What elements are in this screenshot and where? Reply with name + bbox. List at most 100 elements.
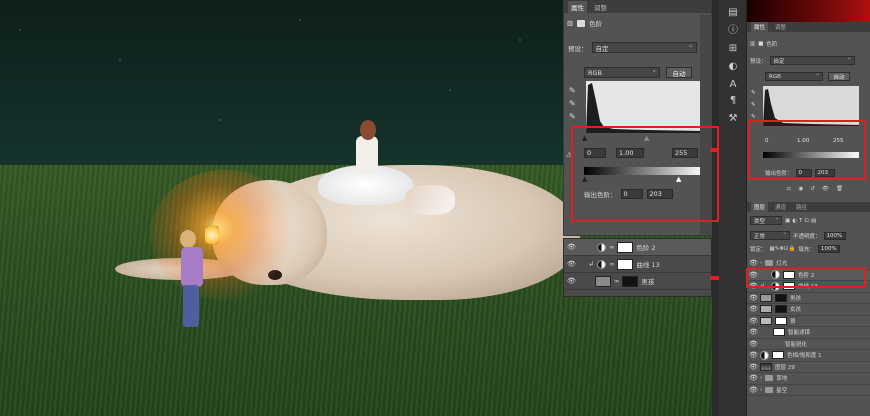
- properties-icon[interactable]: ⊞: [726, 42, 740, 56]
- paragraph-icon[interactable]: ¶: [726, 94, 740, 108]
- visibility-eye-icon[interactable]: 👁: [749, 340, 758, 348]
- layer-thumb[interactable]: [760, 362, 772, 371]
- visibility-eye-icon[interactable]: 👁: [749, 305, 758, 313]
- filter-mask-thumb[interactable]: [773, 328, 785, 337]
- visibility-eye-icon[interactable]: 👁: [749, 294, 758, 302]
- white-eyedropper-icon[interactable]: ✎: [569, 112, 577, 122]
- fill-field[interactable]: 100%: [817, 245, 840, 253]
- layer-thumb[interactable]: [760, 293, 772, 302]
- visibility-eye-icon[interactable]: 👁: [749, 328, 758, 336]
- delete-icon[interactable]: 🗑: [836, 186, 843, 192]
- layer-mask-thumb[interactable]: [775, 293, 787, 302]
- layer-row[interactable]: 👁 女孩: [747, 304, 870, 316]
- layer-name[interactable]: 男孩: [641, 276, 654, 286]
- layer-name[interactable]: 色相/饱和度 1: [787, 351, 822, 359]
- expand-arrow-icon[interactable]: ›: [760, 375, 762, 381]
- layer-row[interactable]: 👁 图层 29: [747, 362, 870, 373]
- mask-icon[interactable]: [577, 19, 586, 27]
- layer-name[interactable]: 灯光: [776, 259, 787, 267]
- brush-icon[interactable]: ⚒: [726, 112, 740, 126]
- layer-name[interactable]: 女孩: [790, 305, 801, 313]
- gray-eyedropper-icon[interactable]: ✎: [751, 100, 759, 110]
- layer-row[interactable]: 👁 › 草地: [747, 373, 870, 385]
- history-icon[interactable]: ▤: [726, 6, 740, 20]
- character-icon[interactable]: A: [726, 78, 740, 92]
- reset-icon[interactable]: ↺: [810, 186, 815, 192]
- tab-properties[interactable]: 属性: [568, 1, 587, 13]
- layer-mask-thumb[interactable]: [775, 316, 787, 325]
- blend-mode-select[interactable]: 正常: [750, 230, 790, 240]
- layer-row[interactable]: 👁 智能滤镜: [747, 327, 870, 339]
- layer-thumb[interactable]: [595, 275, 611, 287]
- layer-row[interactable]: 👁 狼: [747, 316, 870, 327]
- visibility-eye-icon[interactable]: 👁: [567, 277, 576, 285]
- lock-icons[interactable]: ▦✎✥⊡🔒: [770, 246, 796, 252]
- color-picker-preview[interactable]: [747, 0, 870, 22]
- visibility-eye-icon[interactable]: 👁: [749, 317, 758, 325]
- visibility-eye-icon[interactable]: 👁: [749, 363, 758, 371]
- layer-row[interactable]: 👁 男孩: [747, 293, 870, 304]
- layer-name[interactable]: 星空: [776, 386, 787, 394]
- preset-label: 预设：: [750, 58, 767, 65]
- tab-properties[interactable]: 属性: [751, 22, 769, 32]
- opacity-field[interactable]: 100%: [823, 231, 846, 240]
- layer-row[interactable]: 👁 智能锐化: [747, 339, 870, 350]
- tab-paths[interactable]: 路径: [793, 202, 810, 212]
- layer-thumb[interactable]: [760, 305, 772, 314]
- layer-mask-thumb[interactable]: [622, 275, 639, 287]
- clip-icon[interactable]: ⊏: [787, 186, 792, 192]
- tab-layers[interactable]: 图层: [751, 202, 769, 212]
- preset-select[interactable]: 自定: [591, 41, 697, 53]
- visibility-eye-icon[interactable]: 👁: [749, 374, 758, 382]
- layer-mask-thumb[interactable]: [775, 305, 787, 314]
- layer-name[interactable]: 草地: [776, 374, 787, 382]
- preset-select[interactable]: 自定: [769, 55, 855, 65]
- layer-mask-thumb[interactable]: [617, 258, 634, 270]
- preset-label: 预设：: [568, 44, 588, 53]
- layer-name[interactable]: 智能锐化: [785, 340, 807, 348]
- layer-name[interactable]: 色阶 2: [636, 242, 655, 252]
- layer-row[interactable]: 👁 ↲ ∞ 曲线 13: [564, 256, 711, 273]
- expand-arrow-icon[interactable]: ›: [760, 260, 762, 266]
- adjustments-icon[interactable]: ◐: [726, 60, 740, 74]
- adjustment-name: 色阶: [766, 42, 778, 48]
- channel-select[interactable]: RGB: [584, 66, 660, 78]
- visibility-eye-icon[interactable]: 👁: [749, 259, 758, 267]
- view-previous-icon[interactable]: ◉: [799, 186, 804, 192]
- layer-name[interactable]: 智能滤镜: [788, 328, 810, 336]
- layer-row[interactable]: 👁 色相/饱和度 1: [747, 350, 870, 362]
- channel-select[interactable]: RGB: [765, 71, 823, 81]
- layer-mask-thumb[interactable]: [772, 351, 784, 360]
- gray-eyedropper-icon[interactable]: ✎: [569, 99, 577, 109]
- visibility-eye-icon[interactable]: 👁: [749, 386, 758, 394]
- adjustment-layer-icon: [597, 259, 606, 269]
- tab-adjustments[interactable]: 调整: [772, 22, 789, 32]
- girl-torso: [356, 136, 378, 174]
- layer-row[interactable]: 👁 ∞ 男孩: [564, 273, 711, 290]
- visibility-eye-icon[interactable]: 👁: [567, 260, 576, 268]
- visibility-eye-icon[interactable]: 👁: [749, 351, 758, 359]
- info-icon[interactable]: ⓘ: [726, 24, 740, 38]
- tab-channels[interactable]: 通道: [772, 202, 789, 212]
- layer-name[interactable]: 狼: [790, 317, 796, 325]
- layer-row[interactable]: 👁 ∞ 色阶 2: [564, 239, 711, 256]
- auto-button[interactable]: 自动: [828, 72, 850, 81]
- expand-arrow-icon[interactable]: ›: [760, 387, 762, 393]
- visibility-toggle-icon[interactable]: 👁: [822, 186, 829, 192]
- layer-name[interactable]: 男孩: [790, 294, 801, 302]
- layer-name[interactable]: 图层 29: [775, 363, 795, 371]
- tab-adjustments[interactable]: 调整: [591, 1, 610, 13]
- layer-name[interactable]: 曲线 13: [636, 259, 659, 269]
- highlight-box-dock-levels: [748, 120, 866, 180]
- link-icon: ∞: [609, 260, 615, 268]
- visibility-eye-icon[interactable]: 👁: [567, 243, 576, 251]
- layer-row[interactable]: 👁 › 星空: [747, 385, 870, 396]
- mask-icon[interactable]: ■: [758, 41, 763, 47]
- layer-mask-thumb[interactable]: [617, 241, 634, 253]
- layer-thumb[interactable]: [760, 316, 772, 325]
- layer-filter-select[interactable]: 类型: [750, 215, 782, 225]
- filter-icons[interactable]: ▣◐T⊡▤: [785, 218, 818, 224]
- black-eyedropper-icon[interactable]: ✎: [569, 86, 577, 96]
- black-eyedropper-icon[interactable]: ✎: [751, 88, 759, 98]
- auto-button[interactable]: 自动: [666, 67, 692, 78]
